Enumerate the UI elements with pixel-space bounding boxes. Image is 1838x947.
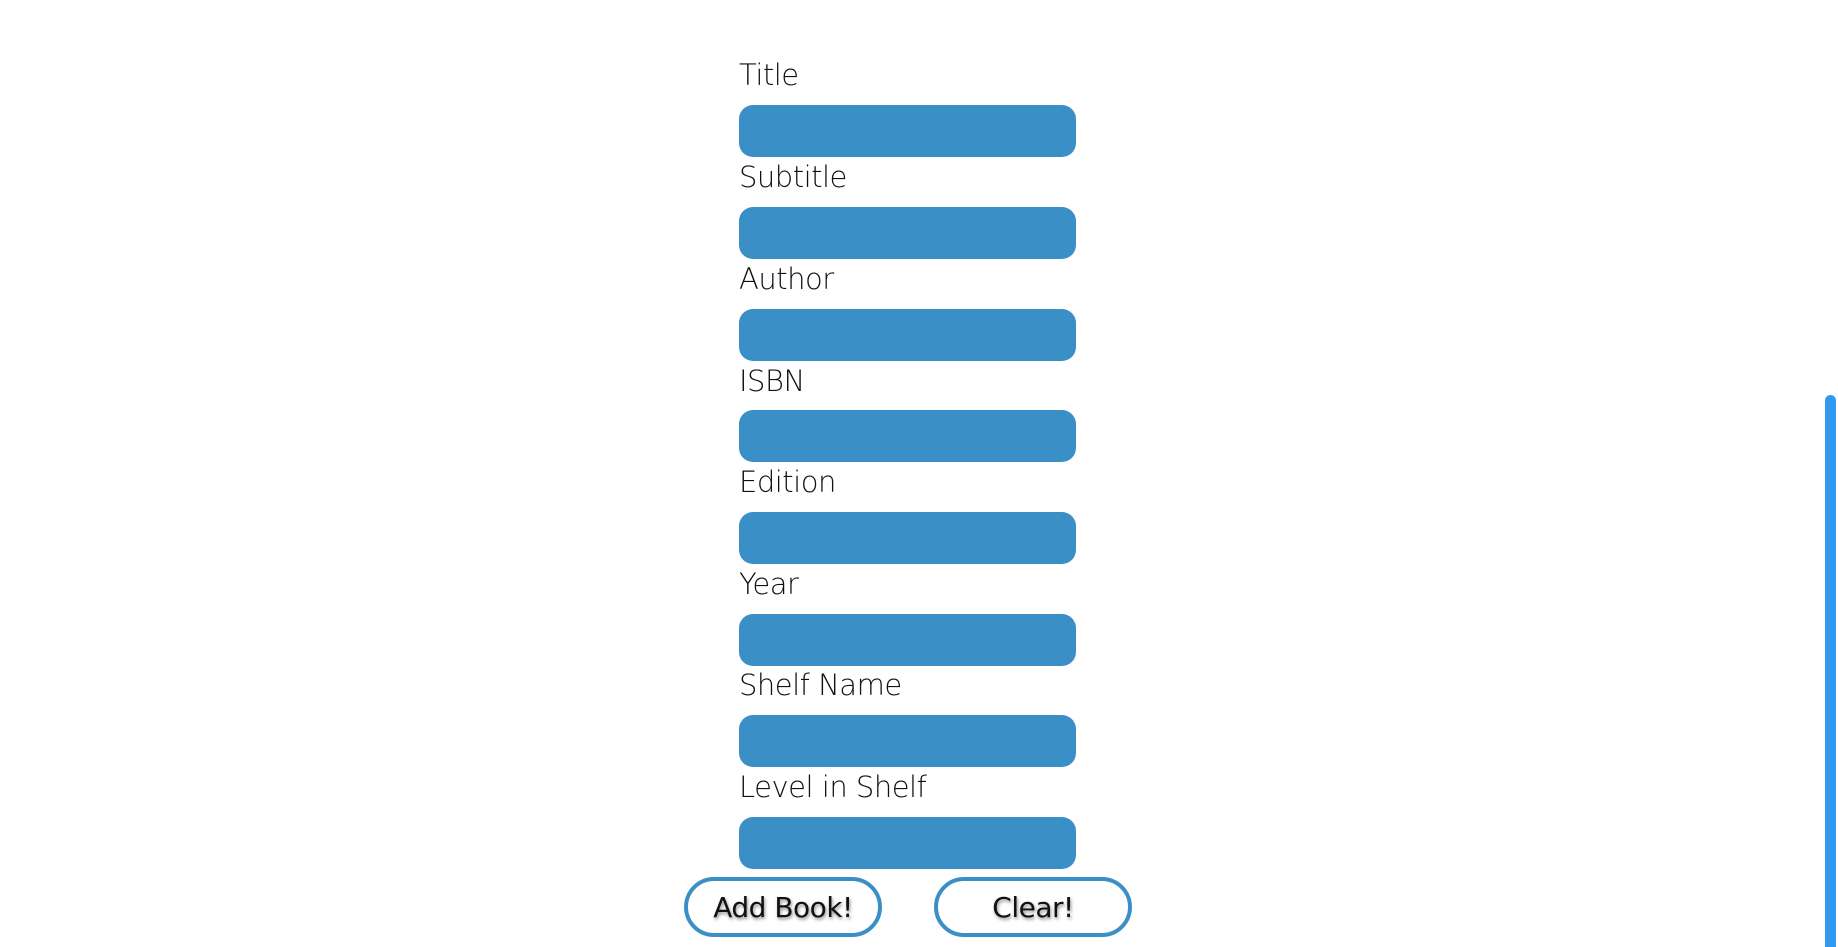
page: Title Subtitle Author ISBN Edition Year … [0,0,1838,947]
title-label: Title [739,58,799,92]
level-in-shelf-input[interactable] [739,817,1076,869]
add-book-button[interactable]: Add Book! [684,877,882,937]
shelf-name-input[interactable] [739,715,1076,767]
year-label: Year [739,567,799,601]
scrollbar-thumb[interactable] [1825,395,1836,947]
author-label: Author [739,262,834,296]
isbn-input[interactable] [739,410,1076,462]
isbn-label: ISBN [739,364,805,398]
edition-input[interactable] [739,512,1076,564]
subtitle-label: Subtitle [739,160,847,194]
shelf-name-label: Shelf Name [739,668,902,702]
author-input[interactable] [739,309,1076,361]
year-input[interactable] [739,614,1076,666]
level-in-shelf-label: Level in Shelf [739,770,927,804]
title-input[interactable] [739,105,1076,157]
edition-label: Edition [739,465,836,499]
scrollbar-track[interactable] [1824,0,1838,947]
subtitle-input[interactable] [739,207,1076,259]
clear-button[interactable]: Clear! [934,877,1132,937]
